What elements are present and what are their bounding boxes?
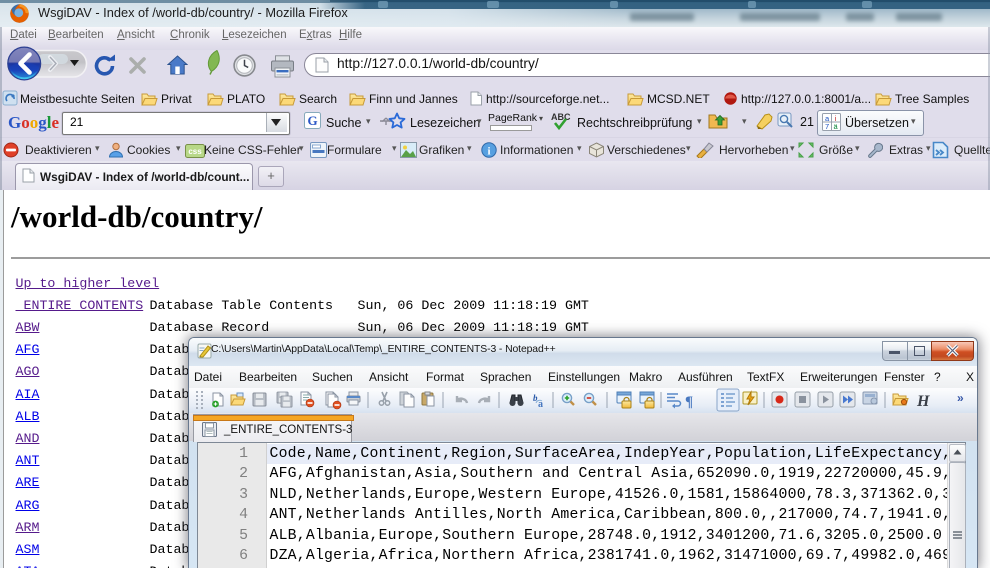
svg-text:»: » [957,391,964,405]
svg-text:ABC: ABC [551,112,571,122]
svg-text:¶: ¶ [685,394,693,410]
svg-text:G: G [307,113,317,128]
svg-text:css: css [188,147,202,156]
svg-text:H: H [916,393,930,410]
svg-text:i: i [487,146,490,158]
svg-text:7: 7 [825,122,829,131]
